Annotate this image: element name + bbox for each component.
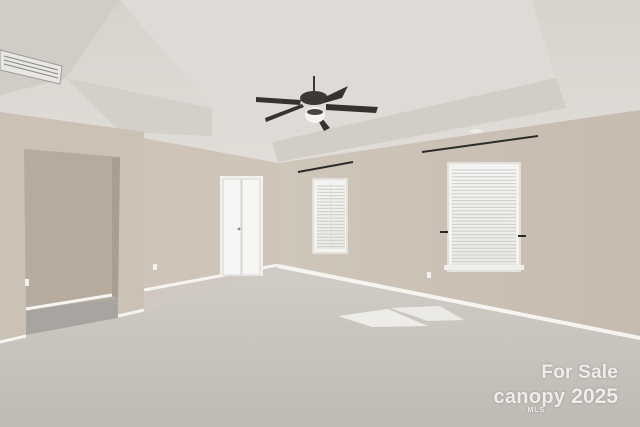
closet-door-left[interactable] <box>222 178 242 276</box>
watermark-year: 2025 <box>571 385 618 408</box>
watermark-brand-text: canopy <box>493 386 566 408</box>
watermark-brand-sub: MLS <box>527 407 546 414</box>
watermark-row: canopy MLS 2025 <box>458 385 618 414</box>
closet-door-right[interactable] <box>241 178 261 276</box>
for-sale-watermark: For Sale canopy MLS 2025 <box>458 363 618 415</box>
watermark-brand: canopy MLS <box>493 386 566 414</box>
smoke-detector-icon <box>470 129 482 133</box>
room-photo: For Sale canopy MLS 2025 <box>0 0 640 427</box>
closet-opening <box>24 149 120 310</box>
wall-outlet-2 <box>427 272 431 278</box>
window-sill-2 <box>444 265 524 270</box>
door-knob-icon <box>237 227 241 231</box>
watermark-line1: For Sale <box>541 362 618 383</box>
wall-outlet <box>153 264 157 270</box>
light-switch <box>25 279 29 286</box>
